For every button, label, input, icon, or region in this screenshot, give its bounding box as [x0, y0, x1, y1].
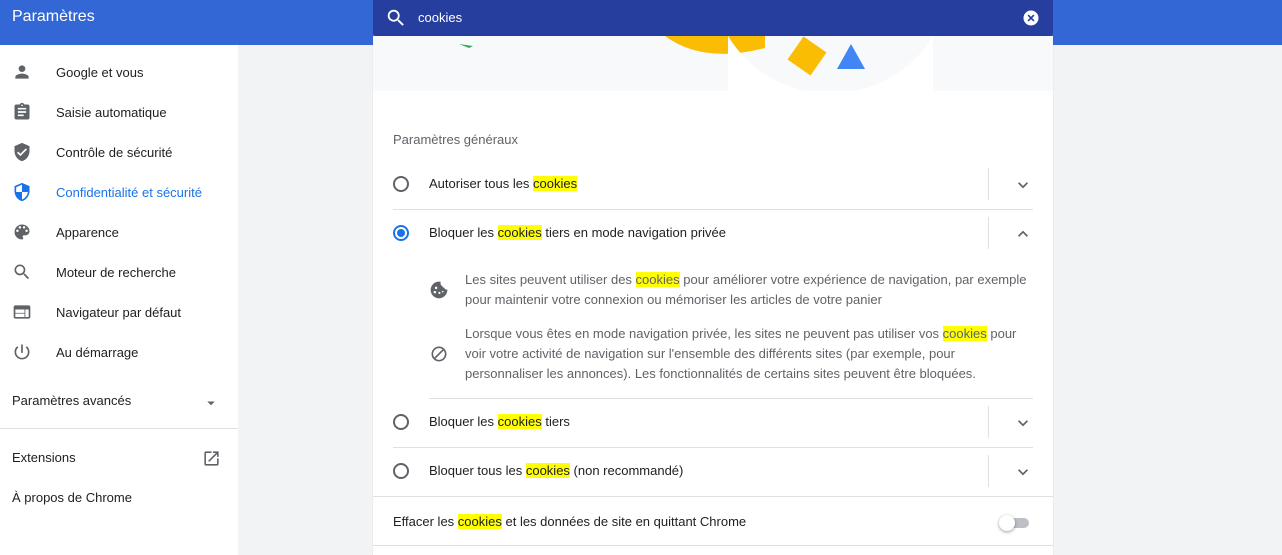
option-block-third-party[interactable]: Bloquer les cookies tiers [393, 398, 1033, 447]
separator [988, 217, 989, 249]
block-icon [431, 346, 447, 362]
option-label: Bloquer tous les cookies (non recommandé… [429, 463, 683, 478]
option-block-third-party-incognito[interactable]: Bloquer les cookies tiers en mode naviga… [393, 209, 1033, 258]
clear-on-exit-label: Effacer les cookies et les données de si… [393, 514, 746, 529]
clipboard-icon [14, 102, 30, 120]
chevron-up-icon[interactable] [1013, 224, 1033, 244]
radio-button-selected[interactable] [393, 225, 409, 241]
search-highlight: cookies [525, 463, 570, 478]
cookie-icon [430, 281, 448, 299]
search-highlight: cookies [533, 176, 578, 191]
shield-check-icon [14, 142, 30, 162]
detail-text-part: Les sites peuvent utiliser des [465, 272, 636, 287]
label-text: Autoriser tous les [429, 176, 534, 191]
radio-button[interactable] [393, 463, 409, 479]
search-icon [14, 264, 30, 280]
label-text: (non recommandé) [569, 463, 684, 478]
search-highlight: cookies [497, 414, 542, 429]
label-text: Bloquer les [429, 225, 498, 240]
search-highlight: cookies [497, 225, 542, 240]
about-chrome-label: À propos de Chrome [12, 490, 132, 505]
toggle-knob [999, 515, 1015, 531]
sidebar-item-safety-check[interactable]: Contrôle de sécurité [0, 132, 238, 172]
arrow-drop-down-icon[interactable] [202, 394, 220, 412]
search-highlight: cookies [457, 514, 502, 529]
clear-cookies-on-exit-row[interactable]: Effacer les cookies et les données de si… [373, 496, 1053, 546]
radio-button[interactable] [393, 176, 409, 192]
clear-search-icon[interactable] [1021, 8, 1041, 28]
illustration-banner [373, 36, 1053, 91]
section-title: Paramètres généraux [393, 132, 519, 147]
search-input[interactable]: cookies [418, 10, 462, 25]
option-allow-all-cookies[interactable]: Autoriser tous les cookies [393, 160, 1033, 209]
label-text: tiers [541, 414, 570, 429]
clear-on-exit-toggle[interactable] [999, 515, 1029, 531]
sidebar: Google et vous Saisie automatique Contrô… [0, 45, 238, 555]
sidebar-item-label: Contrôle de sécurité [56, 144, 173, 160]
label-text: et les données de site en quittant Chrom… [501, 514, 747, 529]
cookie-settings-card: Paramètres généraux Autoriser tous les c… [373, 36, 1053, 555]
sidebar-item-search-engine[interactable]: Moteur de recherche [0, 252, 238, 292]
divider [373, 545, 1053, 546]
app-title: Paramètres [12, 8, 95, 25]
option-block-all-cookies[interactable]: Bloquer tous les cookies (non recommandé… [393, 447, 1033, 496]
search-bar[interactable]: cookies [373, 0, 1053, 36]
sidebar-item-autofill[interactable]: Saisie automatique [0, 92, 238, 132]
sidebar-item-google[interactable]: Google et vous [0, 52, 238, 92]
search-highlight: cookies [635, 272, 680, 287]
chevron-down-icon[interactable] [1013, 413, 1033, 433]
detail-text-part: Lorsque vous êtes en mode navigation pri… [465, 326, 943, 341]
browser-icon [13, 305, 31, 319]
sidebar-divider [0, 428, 238, 429]
sidebar-item-label: Confidentialité et sécurité [56, 184, 202, 200]
power-icon [14, 344, 30, 360]
separator [988, 168, 989, 200]
radio-button[interactable] [393, 414, 409, 430]
option-label: Bloquer les cookies tiers [429, 414, 570, 429]
sidebar-item-label: Google et vous [56, 64, 144, 80]
cookies-illustration [459, 36, 933, 91]
sidebar-item-label: Saisie automatique [56, 104, 167, 120]
advanced-settings-toggle[interactable]: Paramètres avancés [12, 393, 131, 408]
person-icon [15, 65, 29, 79]
extensions-link[interactable]: Extensions [12, 450, 76, 465]
detail-text: Les sites peuvent utiliser des cookies p… [465, 270, 1029, 310]
detail-text: Lorsque vous êtes en mode navigation pri… [465, 324, 1029, 384]
search-icon [387, 9, 404, 26]
label-text: Bloquer tous les [429, 463, 526, 478]
separator [988, 455, 989, 487]
sidebar-item-label: Apparence [56, 224, 119, 240]
option-label: Bloquer les cookies tiers en mode naviga… [429, 225, 726, 240]
label-text: tiers en mode navigation privée [541, 225, 727, 240]
about-chrome-link[interactable]: À propos de Chrome [12, 490, 132, 505]
option-label: Autoriser tous les cookies [429, 176, 578, 191]
label-text: Bloquer les [429, 414, 498, 429]
sidebar-item-label: Moteur de recherche [56, 264, 176, 280]
chevron-down-icon[interactable] [1013, 175, 1033, 195]
extensions-label: Extensions [12, 450, 76, 465]
advanced-settings-label: Paramètres avancés [12, 393, 132, 408]
shield-icon [14, 182, 30, 202]
sidebar-item-on-startup[interactable]: Au démarrage [0, 332, 238, 372]
sidebar-item-appearance[interactable]: Apparence [0, 212, 238, 252]
sidebar-item-label: Au démarrage [56, 344, 139, 360]
sidebar-item-privacy[interactable]: Confidentialité et sécurité [0, 172, 238, 212]
search-highlight: cookies [942, 326, 987, 341]
separator [988, 406, 989, 438]
palette-icon [14, 224, 30, 240]
sidebar-item-label: Navigateur par défaut [56, 304, 182, 320]
sidebar-item-default-browser[interactable]: Navigateur par défaut [0, 292, 238, 332]
chevron-down-icon[interactable] [1013, 462, 1033, 482]
open-in-new-icon[interactable] [202, 449, 221, 468]
label-text: Effacer les [393, 514, 458, 529]
